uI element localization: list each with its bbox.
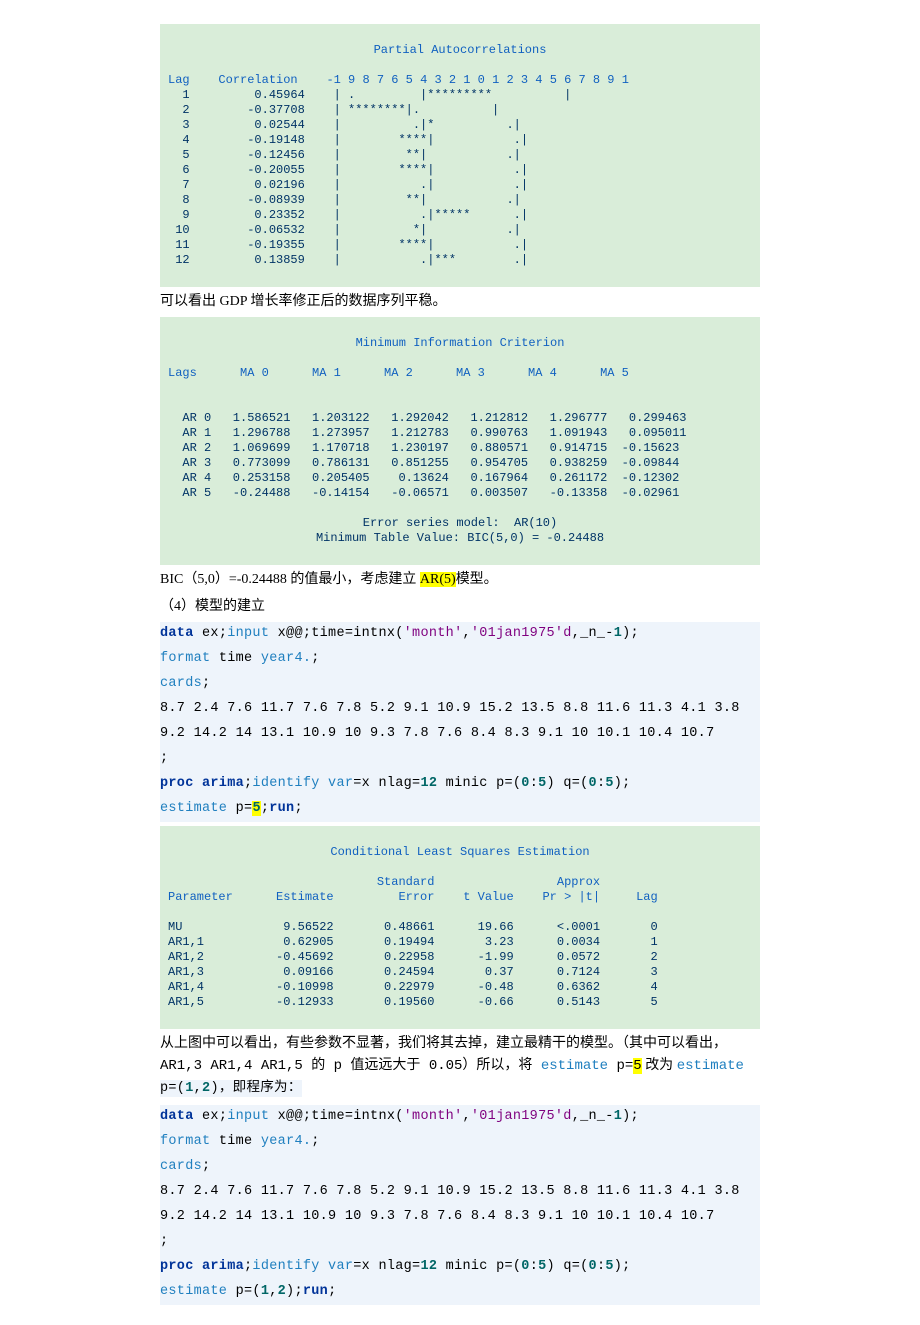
code1-l8: estimate p=5;run; <box>160 797 760 822</box>
pacf-rows: 1 0.45964 | . |********* | 2 -0.37708 | … <box>168 88 752 268</box>
minic-rows: AR 0 1.586521 1.203122 1.292042 1.212812… <box>168 411 752 501</box>
clse-header2: Parameter Estimate Error t Value Pr > |t… <box>168 890 752 905</box>
pacf-title: Partial Autocorrelations <box>168 43 752 58</box>
code2-l8: estimate p=(1,2);run; <box>160 1280 760 1305</box>
code1-l3: cards; <box>160 672 760 697</box>
code-block-2: data ex;input x@@;time=intnx('month','01… <box>160 1105 760 1305</box>
minic-header: Lags MA 0 MA 1 MA 2 MA 3 MA 4 MA 5 <box>168 366 752 381</box>
code2-l4: 8.7 2.4 7.6 11.7 7.6 7.8 5.2 9.1 10.9 15… <box>160 1180 760 1205</box>
text-bic: BIC（5,0）=-0.24488 的值最小，考虑建立 AR(5)模型。 <box>160 569 760 591</box>
clse-output: Conditional Least Squares Estimation Sta… <box>160 826 760 1029</box>
code2-l5: 9.2 14.2 14 13.1 10.9 10 9.3 7.8 7.6 8.4… <box>160 1205 760 1230</box>
minic-title: Minimum Information Criterion <box>168 336 752 351</box>
text-stationary: 可以看出 GDP 增长率修正后的数据序列平稳。 <box>160 291 760 313</box>
text-bic-a: BIC（5,0）=-0.24488 的值最小，考虑建立 <box>160 572 420 587</box>
minic-footer2: Minimum Table Value: BIC(5,0) = -0.24488 <box>168 531 752 546</box>
clse-rows: MU 9.56522 0.48661 19.66 <.0001 0AR1,1 0… <box>168 920 752 1010</box>
code2-l6: ; <box>160 1230 760 1255</box>
pacf-header-corr: Correlation <box>218 73 297 87</box>
code1-l4: 8.7 2.4 7.6 11.7 7.6 7.8 5.2 9.1 10.9 15… <box>160 697 760 722</box>
minic-footer1: Error series model: AR(10) <box>168 516 752 531</box>
text-bic-c: 模型。 <box>456 572 498 587</box>
ar5-highlight: AR(5) <box>420 572 456 587</box>
code1-l6: ; <box>160 747 760 772</box>
text-insig: 从上图中可以看出，有些参数不显著，我们将其去掉，建立最精干的模型。（其中可以看出… <box>160 1033 760 1102</box>
clse-header: Standard Approx <box>168 875 752 890</box>
minic-output: Minimum Information Criterion Lags MA 0 … <box>160 317 760 565</box>
pacf-header-lag: Lag <box>168 73 190 87</box>
code2-l7: proc arima;identify var=x nlag=12 minic … <box>160 1255 760 1280</box>
code2-l1: data ex;input x@@;time=intnx('month','01… <box>160 1105 760 1130</box>
code1-l2: format time year4.; <box>160 647 760 672</box>
pacf-output: Partial Autocorrelations Lag Correlation… <box>160 24 760 287</box>
pacf-header-scale: -1 9 8 7 6 5 4 3 2 1 0 1 2 3 4 5 6 7 8 9… <box>326 73 628 87</box>
code2-l3: cards; <box>160 1155 760 1180</box>
clse-title: Conditional Least Squares Estimation <box>168 845 752 860</box>
code1-l7: proc arima;identify var=x nlag=12 minic … <box>160 772 760 797</box>
code2-l2: format time year4.; <box>160 1130 760 1155</box>
code1-l5: 9.2 14.2 14 13.1 10.9 10 9.3 7.8 7.6 8.4… <box>160 722 760 747</box>
code1-l1: data ex;input x@@;time=intnx('month','01… <box>160 622 760 647</box>
section-heading: （4）模型的建立 <box>160 596 760 618</box>
code-block-1: data ex;input x@@;time=intnx('month','01… <box>160 622 760 822</box>
